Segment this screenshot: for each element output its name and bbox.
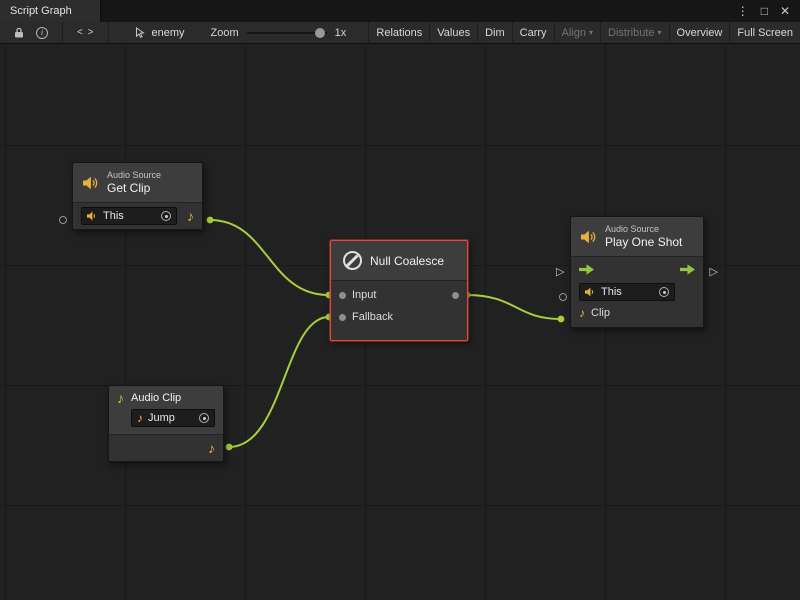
- toolbar-buttons: Relations Values Dim Carry Align ▾ Distr…: [368, 22, 800, 44]
- node-category: Audio Source: [107, 170, 161, 180]
- node-body: Input Fallback: [331, 281, 467, 340]
- node-body: This ♪: [73, 203, 202, 229]
- full-screen-button[interactable]: Full Screen: [729, 22, 800, 44]
- zoom-label: Zoom: [211, 27, 239, 39]
- maximize-icon[interactable]: □: [761, 5, 768, 17]
- zoom-control: Zoom 1x: [211, 27, 347, 39]
- close-icon[interactable]: ✕: [780, 5, 790, 17]
- graph-context: enemy: [135, 27, 184, 39]
- script-graph-window: Script Graph ⋮ □ ✕ i < > enemy: [0, 0, 800, 600]
- chevron-down-icon: ▾: [658, 28, 662, 37]
- zoom-slider-knob[interactable]: [315, 28, 325, 38]
- menu-icon[interactable]: ⋮: [737, 5, 749, 17]
- node-header: Audio Source Get Clip: [73, 163, 202, 203]
- toolbar-divider: [108, 22, 109, 44]
- node-header: ♪ Audio Clip ♪ Jump: [109, 386, 223, 435]
- music-note-icon: ♪: [137, 412, 143, 424]
- music-note-icon: ♪: [208, 441, 215, 455]
- info-button[interactable]: i: [30, 22, 54, 44]
- values-button[interactable]: Values: [429, 22, 477, 44]
- music-note-icon: ♪: [579, 307, 585, 319]
- node-title: Null Coalesce: [370, 254, 444, 268]
- port-label: Clip: [591, 307, 610, 319]
- port-label: Input: [352, 289, 376, 301]
- chevron-down-icon: ▾: [589, 28, 593, 37]
- code-view-button[interactable]: < >: [71, 22, 100, 44]
- object-picker-icon[interactable]: [659, 287, 669, 297]
- this-value: This: [103, 210, 124, 222]
- flow-out-arrow-icon: [680, 264, 695, 275]
- overview-button[interactable]: Overview: [669, 22, 730, 44]
- carry-button[interactable]: Carry: [512, 22, 554, 44]
- audio-source-icon: [585, 287, 596, 297]
- audio-source-icon: [83, 176, 99, 190]
- audio-source-icon: [87, 211, 98, 221]
- align-label: Align: [562, 27, 586, 39]
- lock-button[interactable]: [8, 22, 30, 44]
- this-dropdown[interactable]: This: [579, 283, 675, 301]
- node-get-clip[interactable]: Audio Source Get Clip This ♪: [72, 162, 203, 230]
- tab-bar: Script Graph ⋮ □ ✕: [0, 0, 800, 22]
- this-input-port[interactable]: [559, 293, 567, 301]
- node-header: Audio Source Play One Shot: [571, 217, 703, 257]
- music-note-icon: ♪: [117, 391, 124, 405]
- toolbar-divider: [62, 22, 63, 44]
- wire-getclip-to-input[interactable]: [210, 220, 329, 295]
- input-port[interactable]: [339, 292, 346, 299]
- null-coalesce-icon: [343, 251, 362, 270]
- info-icon: i: [36, 27, 48, 39]
- zoom-value: 1x: [335, 27, 347, 39]
- node-title: Get Clip: [107, 181, 161, 195]
- object-picker-icon[interactable]: [161, 211, 171, 221]
- distribute-button[interactable]: Distribute ▾: [600, 22, 668, 44]
- node-body: This ♪ Clip: [571, 257, 703, 327]
- wire-audioclip-to-fallback[interactable]: [229, 317, 329, 447]
- cursor-icon: [135, 27, 146, 39]
- node-title: Play One Shot: [605, 235, 682, 249]
- node-header: Null Coalesce: [331, 241, 467, 281]
- this-value: This: [601, 286, 622, 298]
- clip-value: Jump: [148, 412, 175, 424]
- tab-script-graph[interactable]: Script Graph: [0, 0, 101, 22]
- flow-output-port[interactable]: ▷: [710, 267, 718, 278]
- fallback-port[interactable]: [339, 314, 346, 321]
- distribute-label: Distribute: [608, 27, 654, 39]
- node-body: ♪: [109, 435, 223, 461]
- code-icon: < >: [77, 27, 94, 38]
- port-label: Fallback: [352, 311, 393, 323]
- node-title: Audio Clip: [131, 392, 181, 404]
- graph-name: enemy: [151, 27, 184, 39]
- tab-title: Script Graph: [10, 5, 72, 17]
- object-picker-icon[interactable]: [199, 413, 209, 423]
- flow-input-port[interactable]: ▷: [556, 267, 564, 278]
- result-output-port[interactable]: [452, 292, 459, 299]
- graph-toolbar: i < > enemy Zoom 1x Relations Values Dim…: [0, 22, 800, 44]
- audio-clip-dropdown[interactable]: ♪ Jump: [131, 409, 215, 427]
- zoom-slider[interactable]: [247, 27, 327, 39]
- dim-button[interactable]: Dim: [477, 22, 512, 44]
- this-input-port[interactable]: [59, 216, 67, 224]
- node-audio-clip[interactable]: ♪ Audio Clip ♪ Jump ♪: [108, 385, 224, 462]
- node-null-coalesce[interactable]: Null Coalesce Input Fallback: [330, 240, 468, 341]
- node-play-one-shot[interactable]: Audio Source Play One Shot: [570, 216, 704, 328]
- relations-button[interactable]: Relations: [368, 22, 429, 44]
- flow-in-arrow-icon: [579, 264, 594, 275]
- music-note-icon: ♪: [187, 209, 194, 223]
- audio-source-icon: [581, 230, 597, 244]
- this-dropdown[interactable]: This: [81, 207, 177, 225]
- window-controls: ⋮ □ ✕: [737, 0, 800, 22]
- wire-result-to-clip[interactable]: [467, 295, 561, 319]
- align-button[interactable]: Align ▾: [554, 22, 600, 44]
- node-category: Audio Source: [605, 224, 682, 234]
- lock-icon: [14, 27, 24, 38]
- graph-canvas[interactable]: Audio Source Get Clip This ♪: [0, 44, 800, 600]
